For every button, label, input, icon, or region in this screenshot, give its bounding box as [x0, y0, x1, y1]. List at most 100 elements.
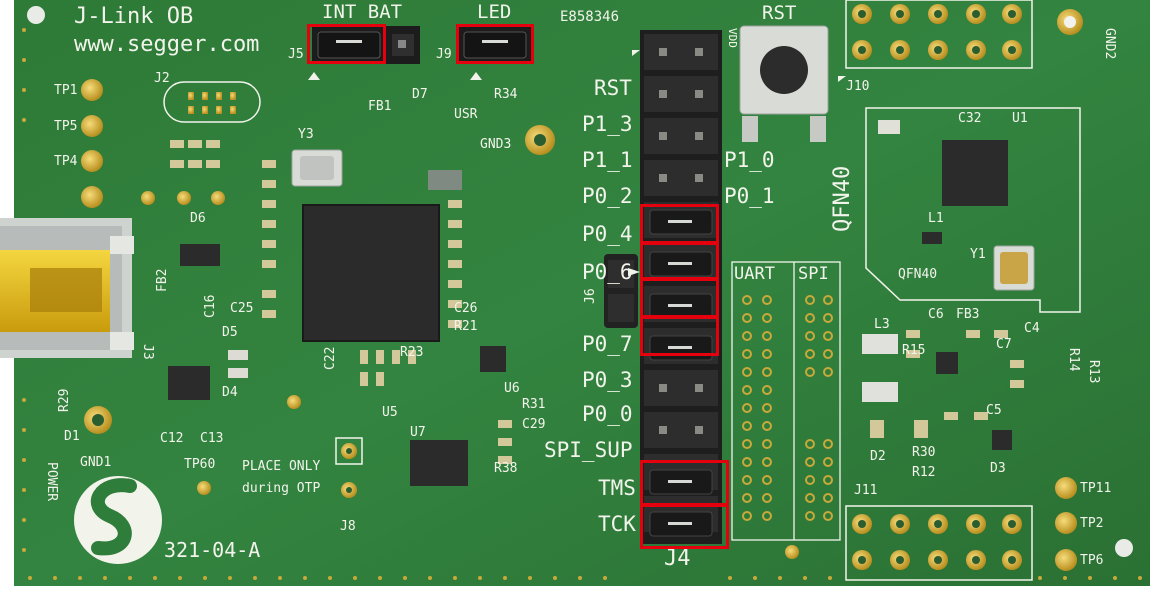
highlight-led-jumper	[456, 24, 534, 64]
part-code-label: E858346	[560, 9, 620, 25]
c32-label: C32	[958, 111, 982, 126]
highlight-tms-jumper	[640, 460, 729, 506]
tp1-label: TP1	[54, 83, 78, 98]
c25-label: C25	[230, 301, 254, 316]
l3-label: L3	[874, 317, 890, 332]
j4-pin-label: P0_2	[582, 184, 633, 208]
r15-label: R15	[902, 343, 926, 358]
highlight-p0-7-jumper	[640, 316, 719, 356]
qfn40-chip	[942, 140, 1008, 206]
j4-right-label: P0_1	[724, 184, 775, 208]
otp-line2-label: during OTP	[242, 481, 321, 496]
usr-label: USR	[454, 107, 478, 122]
j4-pin-label: TCK	[598, 512, 636, 536]
j8-label: J8	[340, 519, 356, 534]
fb3-label: FB3	[956, 307, 980, 322]
c6-label: C6	[928, 307, 944, 322]
j3-label: J3	[140, 344, 155, 360]
fb2-label: FB2	[155, 268, 170, 292]
led-label: LED	[477, 1, 512, 23]
pcb-base	[14, 0, 1150, 590]
r12-label: R12	[912, 465, 936, 480]
qfn40-small-label: QFN40	[898, 267, 938, 282]
j4-name-label: J4	[664, 546, 691, 571]
main-mcu-chip	[303, 205, 439, 341]
c12-label: C12	[160, 431, 184, 446]
spi-label: SPI	[798, 264, 829, 284]
power-label: POWER	[44, 462, 59, 502]
c7-label: C7	[996, 337, 1012, 352]
c29-label: C29	[522, 417, 546, 432]
r13-label: R13	[1086, 360, 1101, 384]
j4-pin-label: P0_0	[582, 402, 633, 426]
usb-connector	[0, 218, 134, 358]
j4-pin-label: RST	[594, 76, 632, 100]
d6-label: D6	[190, 211, 206, 226]
y3-label: Y3	[298, 127, 314, 142]
r14-label: R14	[1066, 348, 1081, 372]
otp-line1-label: PLACE ONLY	[242, 459, 321, 474]
d7-label: D7	[412, 87, 428, 102]
tp60-label: TP60	[184, 457, 216, 472]
via-pad	[287, 395, 301, 409]
j4-pin-label: P0_6	[582, 260, 633, 284]
highlight-p0-6-jumper	[640, 242, 719, 280]
tp2-label: TP2	[1080, 516, 1104, 531]
u6-label: U6	[504, 381, 520, 396]
l1-label: L1	[928, 211, 944, 226]
u5-label: U5	[382, 405, 398, 420]
c4-label: C4	[1024, 321, 1040, 336]
tp60-pad	[197, 481, 211, 495]
u7-label: U7	[410, 425, 426, 440]
board-url-label: www.segger.com	[74, 32, 260, 57]
c5-label: C5	[986, 403, 1002, 418]
j4-pin-label: P1_3	[582, 112, 633, 136]
j4-pin-label: P0_3	[582, 368, 633, 392]
uart-label: UART	[734, 264, 775, 284]
j4-pin-label: P0_4	[582, 222, 633, 246]
pcb-bottom-edge	[0, 586, 1150, 597]
gnd2-label: GND2	[1102, 28, 1117, 60]
int-bat-label: INT BAT	[322, 1, 403, 23]
j4-pin-label: TMS	[598, 476, 636, 500]
c16-label: C16	[203, 294, 218, 318]
highlight-p0-4-jumper	[640, 204, 719, 244]
test-points-right	[1055, 477, 1077, 571]
j11-label: J11	[854, 483, 878, 498]
highlight-int-bat-jumper	[307, 24, 386, 64]
tp5-label: TP5	[54, 119, 78, 134]
vdd-label: VDD	[726, 28, 739, 48]
c22-label: C22	[323, 346, 338, 370]
fb1-label: FB1	[368, 99, 392, 114]
d3-label: D3	[990, 461, 1006, 476]
r29-label: R29	[57, 388, 72, 412]
r31-label: R31	[522, 397, 546, 412]
c26-label: C26	[454, 301, 478, 316]
d4-label: D4	[222, 385, 238, 400]
r30-label: R30	[912, 445, 936, 460]
d1-label: D1	[64, 429, 80, 444]
pcb-board-photo	[0, 0, 1150, 597]
gnd3-label: GND3	[480, 137, 512, 152]
d2-label: D2	[870, 449, 886, 464]
j5-label: J5	[288, 47, 304, 62]
j6-label: J6	[583, 288, 598, 304]
highlight-j6-jumper	[640, 278, 719, 318]
j2-label: J2	[154, 71, 170, 86]
tp6-label: TP6	[1080, 553, 1104, 568]
board-name-label: J-Link OB	[74, 4, 194, 29]
r38-label: R38	[494, 461, 518, 476]
r34-label: R34	[494, 87, 518, 102]
j9-label: J9	[436, 47, 452, 62]
j4-pin-label: P1_1	[582, 148, 633, 172]
rst-button-label: RST	[762, 2, 797, 24]
j10-label: J10	[846, 79, 870, 94]
d5-label: D5	[222, 325, 238, 340]
j4-pin-label: SPI_SUP	[544, 438, 633, 462]
j4-right-label: P1_0	[724, 148, 775, 172]
tp4-label: TP4	[54, 154, 78, 169]
r23-label: R23	[400, 345, 424, 360]
revision-label: 321-04-A	[164, 538, 261, 562]
c13-label: C13	[200, 431, 224, 446]
r21-label: R21	[454, 319, 478, 334]
